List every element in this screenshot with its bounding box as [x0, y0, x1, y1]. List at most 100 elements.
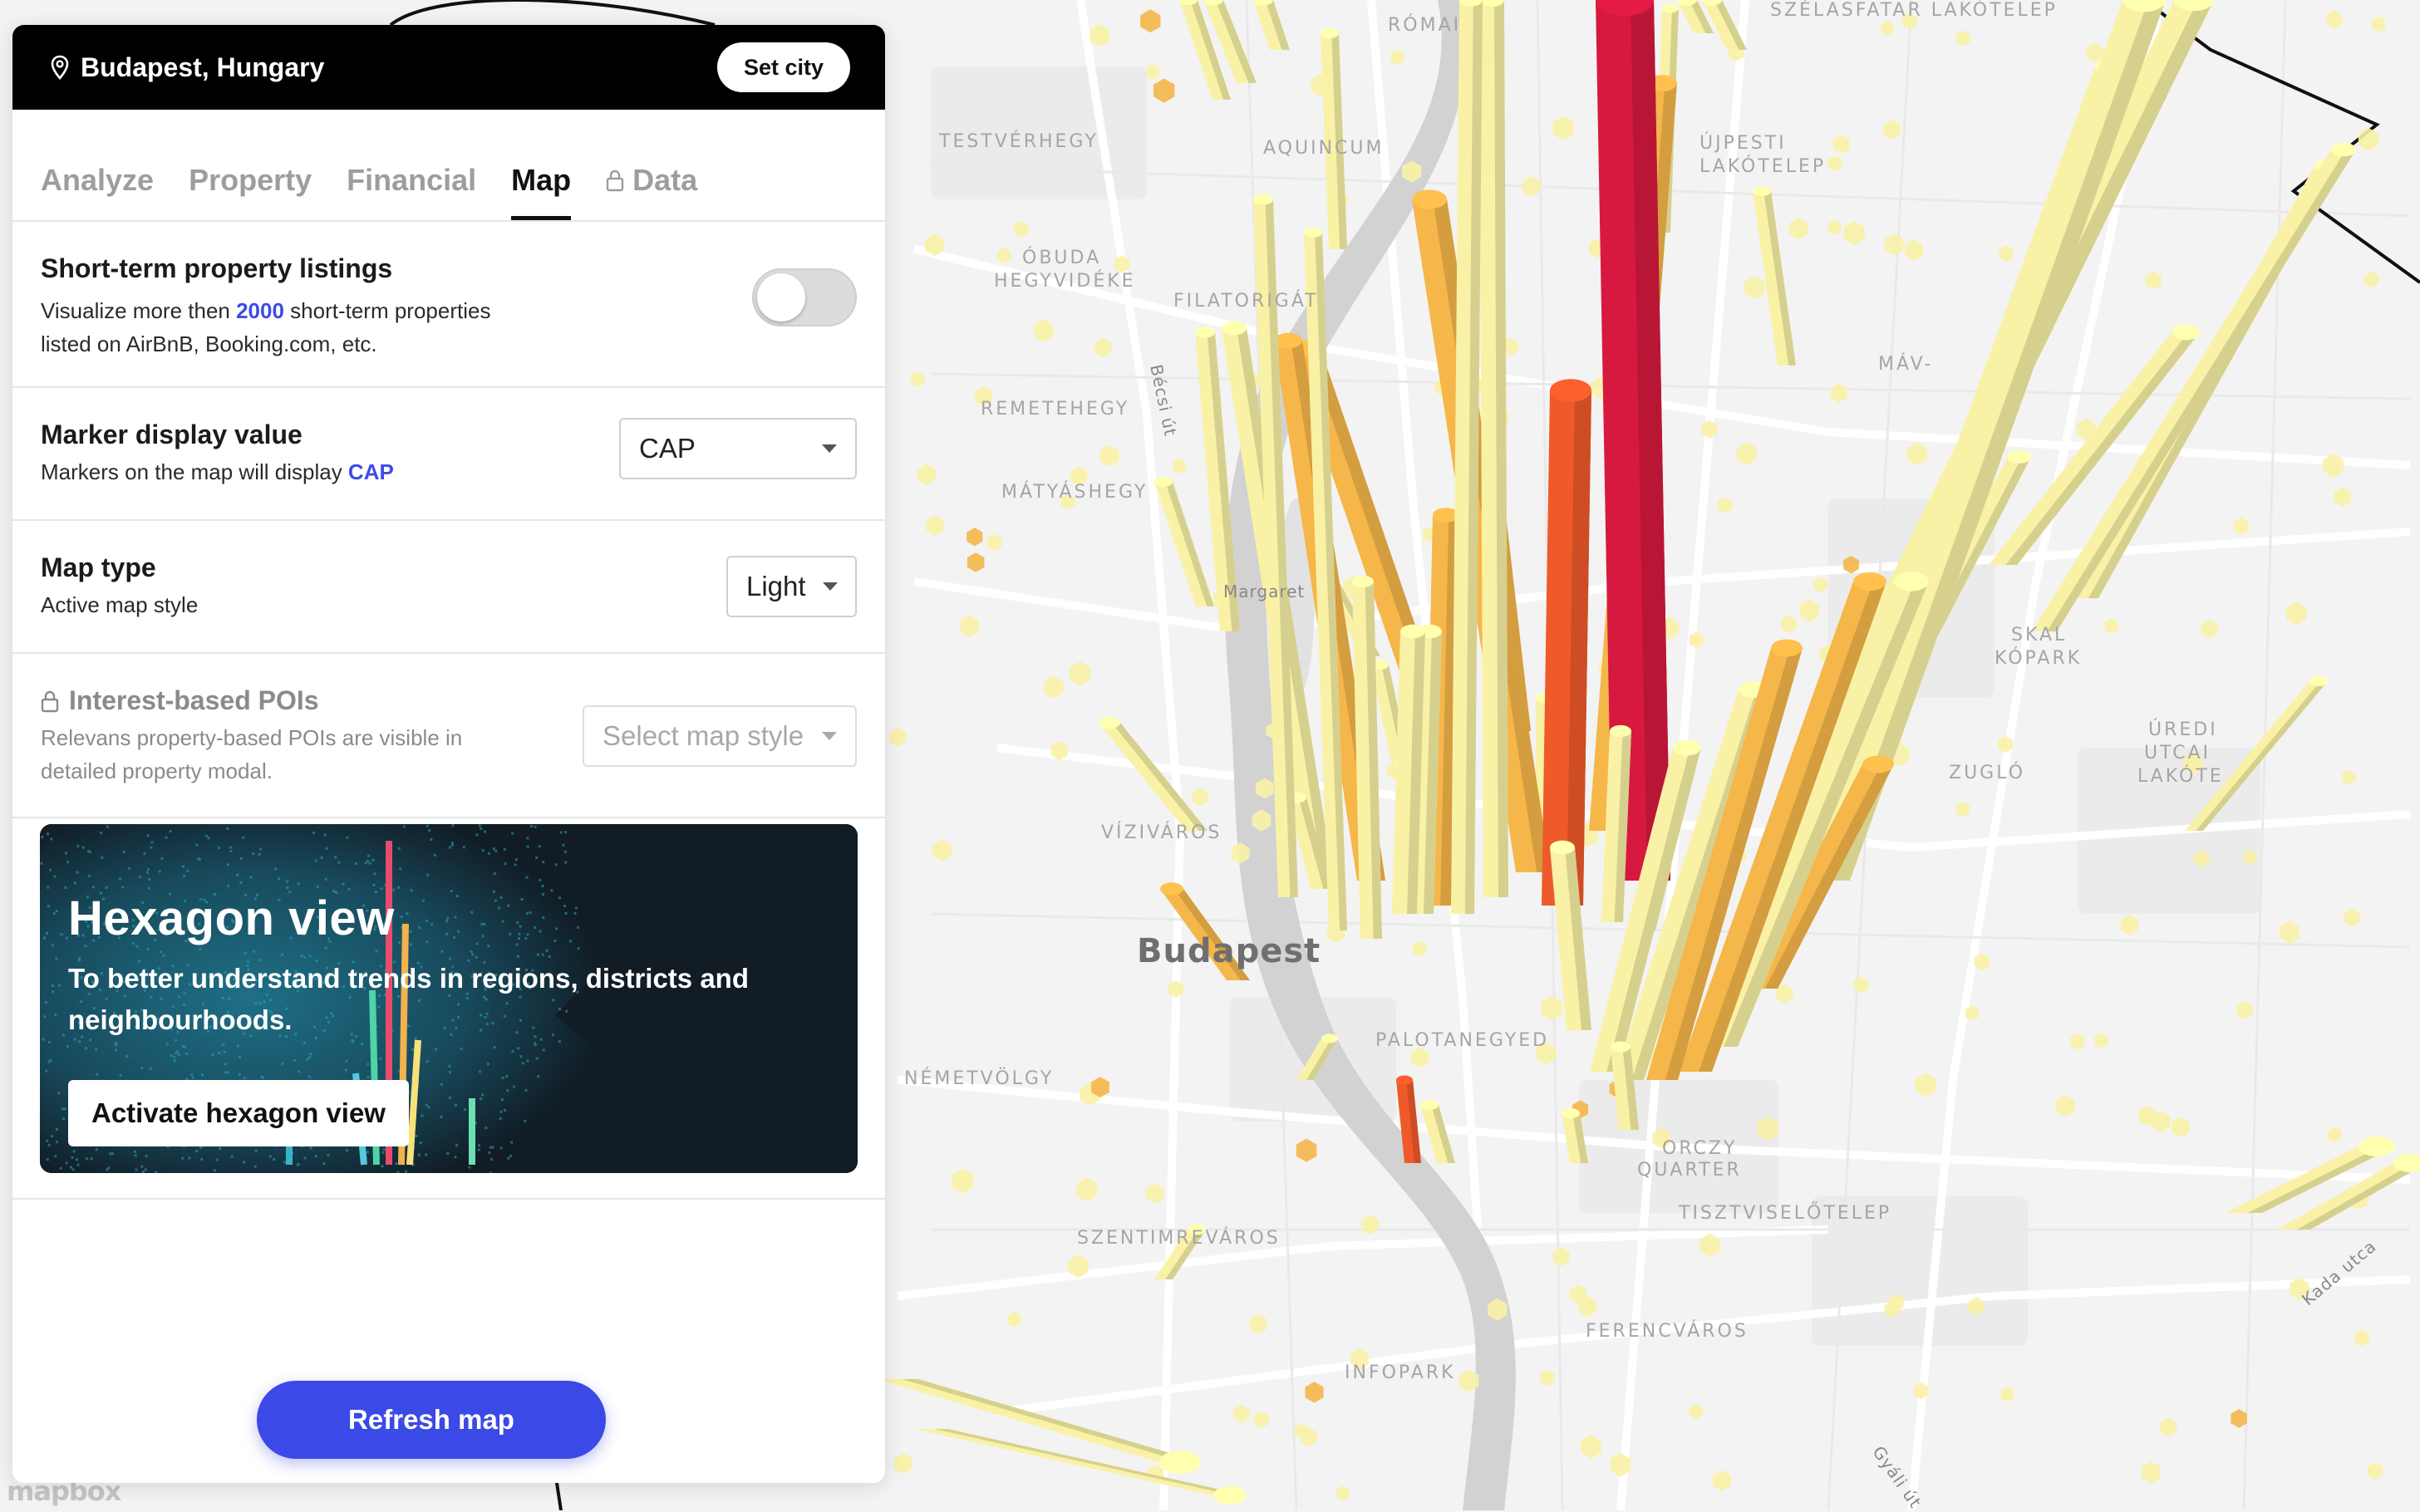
- tab-property[interactable]: Property: [189, 163, 312, 220]
- promo-dot: [45, 1001, 47, 1004]
- promo-dot: [254, 1166, 257, 1168]
- map-label: QUARTER: [1637, 1160, 1742, 1181]
- promo-dot: [62, 1117, 65, 1120]
- location-display: Budapest, Hungary: [51, 52, 324, 83]
- promo-dot: [463, 846, 465, 848]
- promo-dot: [185, 1053, 188, 1055]
- promo-dot: [96, 1073, 98, 1076]
- map-label: VÍZIVÁROS: [1101, 822, 1222, 843]
- promo-dot: [173, 1056, 175, 1058]
- promo-dot: [236, 874, 239, 876]
- promo-dot: [111, 1152, 114, 1155]
- promo-dot: [324, 834, 327, 837]
- promo-dot: [506, 1089, 509, 1092]
- lock-icon: [41, 690, 59, 713]
- promo-dot: [512, 1050, 514, 1053]
- promo-dot: [190, 1073, 193, 1076]
- poi-section: Interest-based POIs Relevans property-ba…: [12, 654, 885, 818]
- hex-bar-cap: [1894, 572, 1929, 591]
- promo-dot: [421, 1115, 424, 1117]
- promo-dot: [560, 831, 563, 833]
- promo-dot: [564, 851, 567, 853]
- desc-text: Markers on the map will display: [41, 459, 348, 484]
- map-type-select[interactable]: Light: [726, 556, 857, 617]
- tab-data[interactable]: Data: [606, 163, 697, 220]
- divider: [12, 1198, 885, 1200]
- promo-dot: [50, 838, 52, 841]
- promo-dot: [165, 837, 168, 839]
- promo-dot: [489, 1171, 492, 1173]
- promo-dot: [542, 885, 544, 887]
- promo-dot: [273, 1158, 275, 1161]
- promo-dot: [425, 1153, 427, 1156]
- location-text: Budapest, Hungary: [81, 52, 324, 83]
- promo-dot: [418, 1154, 421, 1156]
- promo-dot: [396, 1162, 398, 1165]
- promo-dot: [201, 1074, 204, 1077]
- promo-dot: [43, 1015, 46, 1018]
- map-label: NÉMETVÖLGY: [904, 1068, 1054, 1089]
- promo-dot: [72, 1168, 75, 1171]
- promo-dot: [226, 827, 229, 830]
- promo-dot: [119, 878, 121, 881]
- tab-label: Property: [189, 163, 312, 198]
- promo-dot: [327, 1154, 330, 1156]
- promo-dot: [200, 1158, 203, 1161]
- map-label: KÓPARK: [1995, 648, 2082, 669]
- short-term-toggle[interactable]: [752, 268, 857, 326]
- promo-dot: [91, 1157, 93, 1160]
- promo-dot: [286, 881, 288, 883]
- promo-description: To better understand trends in regions, …: [68, 958, 816, 1041]
- promo-dot: [446, 1152, 449, 1155]
- map-label: TISZTVISELŐTELEP: [1679, 1203, 1891, 1224]
- promo-dot: [227, 863, 229, 866]
- promo-dot: [41, 836, 43, 838]
- map-label: INFOPARK: [1345, 1362, 1456, 1383]
- promo-dot: [416, 1135, 418, 1137]
- promo-dot: [481, 1093, 484, 1096]
- promo-dot: [460, 1048, 463, 1050]
- tab-analyze[interactable]: Analyze: [41, 163, 154, 220]
- toggle-knob: [757, 273, 805, 322]
- promo-dot: [449, 1097, 451, 1099]
- promo-dot: [475, 833, 478, 836]
- promo-dot: [145, 1168, 147, 1171]
- promo-dot: [218, 847, 220, 849]
- chevron-down-icon: [823, 582, 838, 591]
- marker-value-select[interactable]: CAP: [619, 418, 857, 479]
- promo-dot: [61, 1107, 64, 1110]
- promo-dot: [115, 1043, 117, 1045]
- short-term-description: Visualize more then 2000 short-term prop…: [41, 294, 857, 361]
- tab-financial[interactable]: Financial: [347, 163, 476, 220]
- promo-dot: [281, 1063, 283, 1065]
- promo-dot: [140, 1067, 143, 1069]
- tab-map[interactable]: Map: [511, 163, 571, 220]
- promo-dot: [46, 932, 48, 935]
- tab-label: Data: [632, 163, 697, 198]
- poi-select[interactable]: Select map style: [583, 705, 857, 767]
- promo-dot: [480, 1097, 482, 1100]
- refresh-map-button[interactable]: Refresh map: [257, 1381, 606, 1459]
- promo-dot: [195, 1150, 198, 1152]
- promo-dot: [454, 1156, 456, 1158]
- promo-dot: [494, 872, 496, 875]
- promo-dot: [482, 849, 484, 852]
- activate-hexagon-view-button[interactable]: Activate hexagon view: [68, 1080, 409, 1146]
- hex-bar-cap: [1550, 379, 1591, 402]
- promo-dot: [515, 858, 518, 861]
- promo-dot: [488, 852, 490, 855]
- hex-bar-cap: [2172, 325, 2200, 341]
- promo-dot: [175, 1052, 177, 1054]
- map-label: REMETEHEGY: [981, 399, 1129, 420]
- promo-dot: [510, 1141, 513, 1144]
- panel-tabs: Analyze Property Financial Map Data: [12, 110, 885, 222]
- promo-dot: [151, 841, 154, 843]
- promo-dot: [126, 1055, 129, 1058]
- promo-dot: [92, 886, 95, 888]
- promo-dot: [420, 1141, 422, 1144]
- promo-dot: [293, 1059, 296, 1062]
- set-city-button[interactable]: Set city: [717, 42, 850, 92]
- promo-dot: [308, 1056, 311, 1058]
- promo-dot: [539, 845, 541, 847]
- promo-dot: [66, 1045, 69, 1048]
